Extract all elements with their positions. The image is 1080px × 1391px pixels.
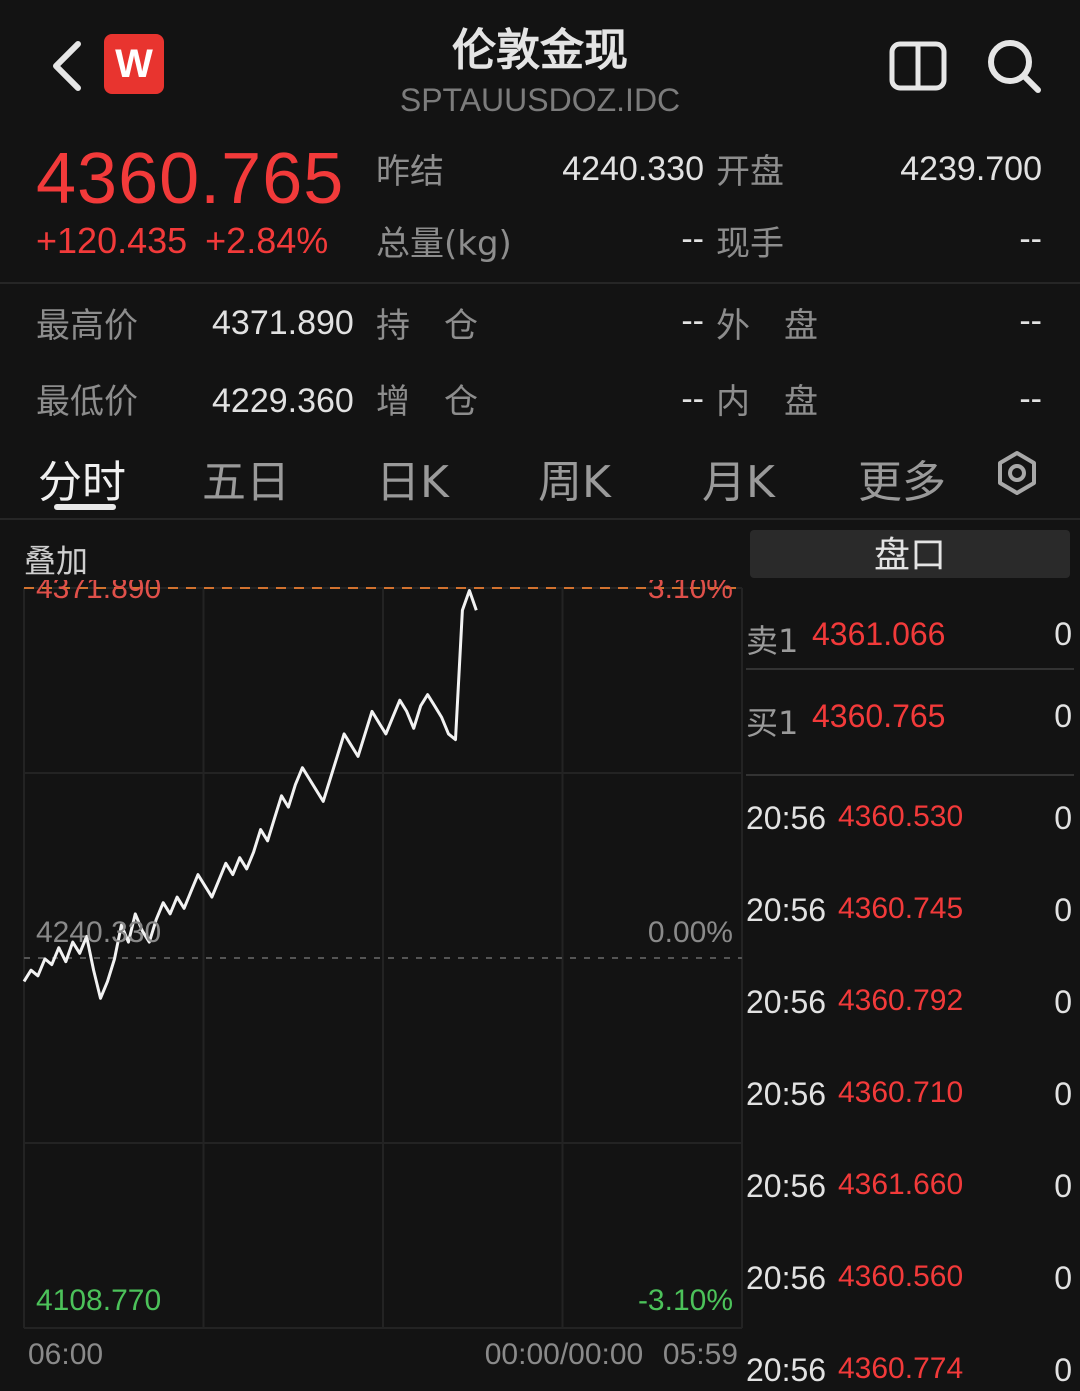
chart-grid	[23, 587, 743, 1329]
pct-top-label: 3.10%	[648, 580, 733, 605]
app-header: W 伦敦金现 SPTAUUSDOZ.IDC	[0, 0, 1080, 130]
order-book-header[interactable]: 盘口	[750, 530, 1070, 578]
pos-change-label: 增 仓	[376, 382, 478, 422]
tick-volume: 0	[1054, 1352, 1072, 1388]
instrument-code: SPTAUUSDOZ.IDC	[399, 82, 681, 118]
open-value: 4239.700	[900, 150, 1042, 188]
tab-intraday[interactable]: 分时	[38, 446, 126, 510]
inner-label: 内 盘	[716, 382, 818, 422]
ticks-divider	[746, 774, 1074, 776]
bid-1-row: 买1 4360.765 0	[746, 698, 1080, 758]
search-icon[interactable]	[984, 36, 1044, 96]
tick-volume: 0	[1054, 1260, 1072, 1296]
change-percent: +2.84%	[205, 220, 329, 261]
tick-time: 20:56	[746, 1076, 827, 1112]
bid-1-label: 买1	[746, 704, 799, 742]
high-value: 4371.890	[212, 304, 354, 342]
tick-time: 20:56	[746, 892, 827, 928]
change-amount: +120.435	[36, 220, 188, 261]
tick-volume: 0	[1054, 984, 1072, 1020]
split-layout-icon[interactable]	[888, 38, 948, 94]
last-price: 4360.765	[36, 139, 345, 219]
back-arrow-icon[interactable]	[44, 38, 94, 94]
tab-monthly-k[interactable]: 月K	[702, 446, 775, 510]
volume-value: --	[681, 220, 704, 258]
book-divider	[746, 668, 1074, 670]
tick-row: 20:56 4360.774 0	[746, 1352, 1080, 1391]
ask-1-price: 4361.066	[812, 616, 946, 652]
high-label: 最高价	[36, 306, 138, 346]
x-label-start: 06:00	[28, 1338, 103, 1371]
volume-label: 总量(kg)	[376, 224, 512, 264]
tab-weekly-k[interactable]: 周K	[538, 446, 611, 510]
inner-value: --	[1019, 380, 1042, 418]
tick-time: 20:56	[746, 1260, 827, 1296]
tick-price: 4361.660	[838, 1168, 964, 1201]
tick-volume: 0	[1054, 800, 1072, 836]
ask-1-volume: 0	[1054, 616, 1072, 652]
tick-price: 4360.792	[838, 984, 964, 1017]
tab-daily-k[interactable]: 日K	[376, 446, 449, 510]
tick-price: 4360.530	[838, 800, 964, 833]
tick-volume: 0	[1054, 1076, 1072, 1112]
ask-1-label: 卖1	[746, 622, 799, 660]
position-label: 持 仓	[376, 306, 478, 346]
bid-1-volume: 0	[1054, 698, 1072, 734]
low-value: 4229.360	[212, 382, 354, 420]
price-change: +120.435 +2.84%	[36, 220, 346, 262]
tick-price: 4360.710	[838, 1076, 964, 1109]
tick-price: 4360.560	[838, 1260, 964, 1293]
tick-volume: 0	[1054, 892, 1072, 928]
tick-row: 20:56 4360.530 0	[746, 800, 1080, 850]
prev-close-label: 昨结	[376, 152, 444, 192]
low-label: 最低价	[36, 382, 138, 422]
bid-1-price: 4360.765	[812, 698, 946, 734]
active-tab-indicator	[54, 504, 116, 510]
page-title: 伦敦金现	[452, 25, 628, 76]
tick-row: 20:56 4360.710 0	[746, 1076, 1080, 1126]
outer-label: 外 盘	[716, 306, 818, 346]
current-hand-label: 现手	[716, 224, 784, 264]
pos-change-value: --	[681, 380, 704, 418]
open-label: 开盘	[716, 152, 784, 192]
ask-1-row: 卖1 4361.066 0	[746, 616, 1080, 676]
tick-volume: 0	[1054, 1168, 1072, 1204]
tick-time: 20:56	[746, 984, 827, 1020]
tick-row: 20:56 4360.560 0	[746, 1260, 1080, 1310]
tick-price: 4360.745	[838, 892, 964, 925]
position-value: --	[681, 302, 704, 340]
tab-five-day[interactable]: 五日	[202, 446, 290, 510]
tick-time: 20:56	[746, 1168, 827, 1204]
y-mid-label: 4240.330	[36, 916, 161, 949]
app-logo: W	[104, 34, 164, 94]
current-hand-value: --	[1019, 220, 1042, 258]
tick-row: 20:56 4361.660 0	[746, 1168, 1080, 1218]
x-label-end: 05:59	[663, 1338, 738, 1371]
y-top-label: 4371.890	[36, 580, 161, 605]
chart-settings-icon[interactable]	[994, 450, 1040, 496]
tick-row: 20:56 4360.745 0	[746, 892, 1080, 942]
overlay-button[interactable]: 叠加	[24, 536, 88, 582]
tick-price: 4360.774	[838, 1352, 964, 1385]
outer-value: --	[1019, 302, 1042, 340]
y-bottom-label: 4108.770	[36, 1284, 161, 1317]
pct-bottom-label: -3.10%	[638, 1284, 733, 1317]
tick-row: 20:56 4360.792 0	[746, 984, 1080, 1034]
chart-period-tabs: 分时 五日 日K 周K 月K 更多	[0, 436, 1080, 516]
intraday-chart[interactable]: 4371.890 4240.330 4108.770 3.10% 0.00% -…	[0, 580, 745, 1380]
tick-time: 20:56	[746, 800, 827, 836]
tabs-divider	[0, 518, 1080, 520]
prev-close-value: 4240.330	[562, 150, 704, 188]
pct-mid-label: 0.00%	[648, 916, 733, 949]
quote-divider	[0, 282, 1080, 284]
x-label-session: 00:00/00:00	[485, 1338, 643, 1371]
tick-time: 20:56	[746, 1352, 827, 1388]
tab-more[interactable]: 更多	[858, 446, 946, 510]
